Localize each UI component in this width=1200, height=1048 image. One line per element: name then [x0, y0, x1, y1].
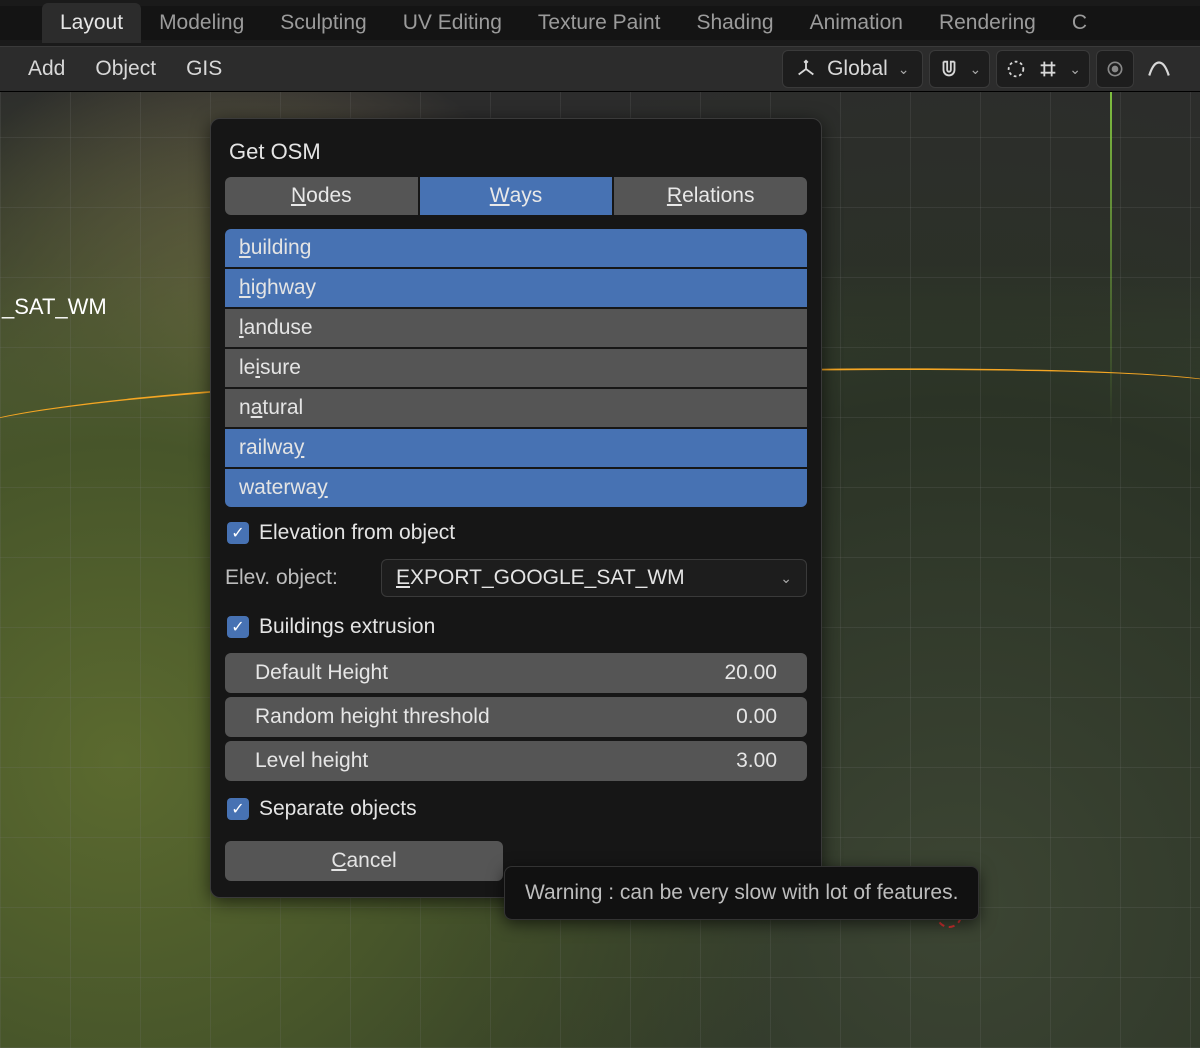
segment-relations[interactable]: Relations [614, 177, 807, 215]
workspace-tab-texture-paint[interactable]: Texture Paint [520, 3, 679, 43]
chevron-down-icon: ⌄ [970, 61, 982, 78]
field-label: Level height [255, 749, 368, 773]
workspace-tab-shading[interactable]: Shading [678, 3, 791, 43]
workspace-tab-modeling[interactable]: Modeling [141, 3, 262, 43]
extrusion-checkbox[interactable] [227, 616, 249, 638]
wave-icon[interactable] [1140, 50, 1178, 88]
workspace-tab-rendering[interactable]: Rendering [921, 3, 1054, 43]
tag-natural[interactable]: natural [225, 389, 807, 427]
tooltip: Warning : can be very slow with lot of f… [504, 866, 979, 920]
segment-nodes[interactable]: Nodes [225, 177, 418, 215]
proportional-edit-dropdown[interactable]: ⌄ [996, 50, 1090, 88]
panel-title: Get OSM [225, 131, 807, 177]
elevation-label: Elevation from object [259, 521, 455, 545]
separate-checkbox-row[interactable]: Separate objects [227, 797, 805, 821]
tag-waterway[interactable]: waterway [225, 469, 807, 507]
curve-icon [1005, 58, 1027, 80]
workspace-tab-uv-editing[interactable]: UV Editing [385, 3, 520, 43]
extrusion-label: Buildings extrusion [259, 615, 435, 639]
elev-object-field-label: Elev. object: [225, 566, 365, 590]
tag-building[interactable]: building [225, 229, 807, 267]
field-value: 0.00 [736, 705, 777, 729]
cancel-button-label: Cancel [331, 849, 396, 873]
field-value: 3.00 [736, 749, 777, 773]
field-default-height[interactable]: Default Height 20.00 [225, 653, 807, 693]
field-random-height-threshold[interactable]: Random height threshold 0.00 [225, 697, 807, 737]
chevron-down-icon: ⌄ [898, 61, 910, 78]
chevron-down-icon: ⌄ [780, 570, 792, 587]
workspace-tab-animation[interactable]: Animation [792, 3, 921, 43]
tag-railway[interactable]: railway [225, 429, 807, 467]
cancel-button[interactable]: Cancel [225, 841, 503, 881]
menu-gis[interactable]: GIS [186, 57, 222, 81]
osm-type-segmented: NodesWaysRelations [225, 177, 807, 215]
magnet-icon [938, 58, 960, 80]
extrusion-checkbox-row[interactable]: Buildings extrusion [227, 615, 805, 639]
header-toolbar: Add Object GIS Global ⌄ ⌄ ⌄ [0, 46, 1200, 92]
workspace-tab-bar: LayoutModelingSculptingUV EditingTexture… [0, 6, 1200, 40]
orientation-label: Global [827, 57, 888, 81]
elev-object-value: EXPORT_GOOGLE_SAT_WM [396, 566, 685, 590]
grid-y-axis [1110, 92, 1112, 427]
field-level-height[interactable]: Level height 3.00 [225, 741, 807, 781]
segment-ways[interactable]: Ways [420, 177, 613, 215]
get-osm-panel: Get OSM NodesWaysRelations buildinghighw… [210, 118, 822, 898]
tag-landuse[interactable]: landuse [225, 309, 807, 347]
axis-icon [795, 58, 817, 80]
workspace-tab-sculpting[interactable]: Sculpting [262, 3, 384, 43]
field-label: Default Height [255, 661, 388, 685]
object-name-label: _SAT_WM [0, 294, 107, 320]
field-value: 20.00 [724, 661, 777, 685]
tag-leisure[interactable]: leisure [225, 349, 807, 387]
menu-object[interactable]: Object [95, 57, 156, 81]
tag-highway[interactable]: highway [225, 269, 807, 307]
snap-dropdown[interactable]: ⌄ [929, 50, 991, 88]
chevron-down-icon: ⌄ [1069, 61, 1081, 78]
osm-tag-list: buildinghighwaylanduseleisurenaturalrail… [225, 229, 807, 507]
grid-snap-icon [1037, 58, 1059, 80]
elev-object-dropdown[interactable]: EXPORT_GOOGLE_SAT_WM ⌄ [381, 559, 807, 597]
field-label: Random height threshold [255, 705, 490, 729]
elevation-checkbox[interactable] [227, 522, 249, 544]
separate-checkbox[interactable] [227, 798, 249, 820]
workspace-tab-c[interactable]: C [1054, 3, 1105, 43]
extrusion-fields: Default Height 20.00 Random height thresho… [225, 653, 807, 781]
menu-add[interactable]: Add [28, 57, 65, 81]
elevation-checkbox-row[interactable]: Elevation from object [227, 521, 805, 545]
orientation-dropdown[interactable]: Global ⌄ [782, 50, 922, 88]
workspace-tab-layout[interactable]: Layout [42, 3, 141, 43]
record-icon[interactable] [1096, 50, 1134, 88]
separate-label: Separate objects [259, 797, 417, 821]
